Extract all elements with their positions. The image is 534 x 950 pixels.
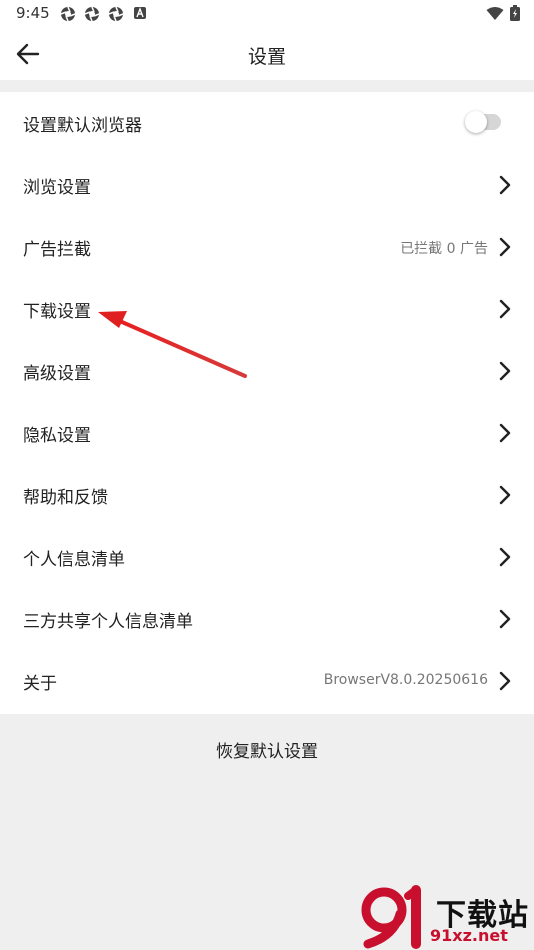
setting-label: 下载设置 <box>23 302 91 322</box>
notification-a-icon <box>132 6 148 22</box>
page-title: 设置 <box>247 46 286 68</box>
setting-label: 广告拦截 <box>23 240 91 260</box>
battery-icon <box>510 5 520 25</box>
default-browser-toggle[interactable] <box>465 111 501 133</box>
setting-help-feedback[interactable]: 帮助和反馈 <box>0 464 534 526</box>
chevron-right-icon <box>499 609 511 629</box>
reset-defaults-button[interactable]: 恢复默认设置 <box>0 714 534 790</box>
setting-advanced[interactable]: 高级设置 <box>0 340 534 402</box>
chevron-right-icon <box>499 671 511 691</box>
setting-label: 关于 <box>23 674 57 694</box>
status-left-icons <box>60 6 148 22</box>
chevron-right-icon <box>499 175 511 195</box>
chevron-right-icon <box>499 485 511 505</box>
version-text: BrowserV8.0.20250616 <box>323 672 488 688</box>
watermark-url: 91xz.net <box>430 926 508 945</box>
setting-privacy[interactable]: 隐私设置 <box>0 402 534 464</box>
wifi-icon <box>486 6 504 25</box>
chevron-right-icon <box>499 547 511 567</box>
setting-personal-info-list[interactable]: 个人信息清单 <box>0 526 534 588</box>
chevron-right-icon <box>499 299 511 319</box>
watermark-logo <box>361 885 421 949</box>
setting-label: 帮助和反馈 <box>23 488 108 508</box>
section-divider <box>0 80 534 92</box>
chevron-right-icon <box>499 423 511 443</box>
setting-label: 三方共享个人信息清单 <box>23 612 193 632</box>
chevron-right-icon <box>499 361 511 381</box>
ad-block-count: 已拦截 0 广告 <box>400 241 488 257</box>
settings-list: 设置默认浏览器 浏览设置 广告拦截 已拦截 0 广告 下载设置 高级设置 隐私设… <box>0 92 534 714</box>
setting-browse[interactable]: 浏览设置 <box>0 154 534 216</box>
aperture-icon <box>108 6 124 22</box>
chevron-right-icon <box>499 237 511 257</box>
setting-label: 高级设置 <box>23 364 91 384</box>
setting-about[interactable]: 关于 BrowserV8.0.20250616 <box>0 650 534 712</box>
app-bar: 设置 <box>0 28 534 80</box>
watermark: 下载站 91xz.net <box>360 884 534 950</box>
setting-default-browser[interactable]: 设置默认浏览器 <box>0 92 534 154</box>
setting-ad-block[interactable]: 广告拦截 已拦截 0 广告 <box>0 216 534 278</box>
toggle-knob <box>465 111 487 133</box>
setting-label: 个人信息清单 <box>23 550 125 570</box>
aperture-icon <box>60 6 76 22</box>
aperture-icon <box>84 6 100 22</box>
setting-label: 设置默认浏览器 <box>23 116 142 136</box>
setting-label: 浏览设置 <box>23 178 91 198</box>
setting-third-party-info-list[interactable]: 三方共享个人信息清单 <box>0 588 534 650</box>
status-bar: 9:45 <box>0 0 534 28</box>
status-right-icons <box>486 5 520 25</box>
setting-label: 隐私设置 <box>23 426 91 446</box>
status-time: 9:45 <box>16 4 50 22</box>
setting-download[interactable]: 下载设置 <box>0 278 534 340</box>
